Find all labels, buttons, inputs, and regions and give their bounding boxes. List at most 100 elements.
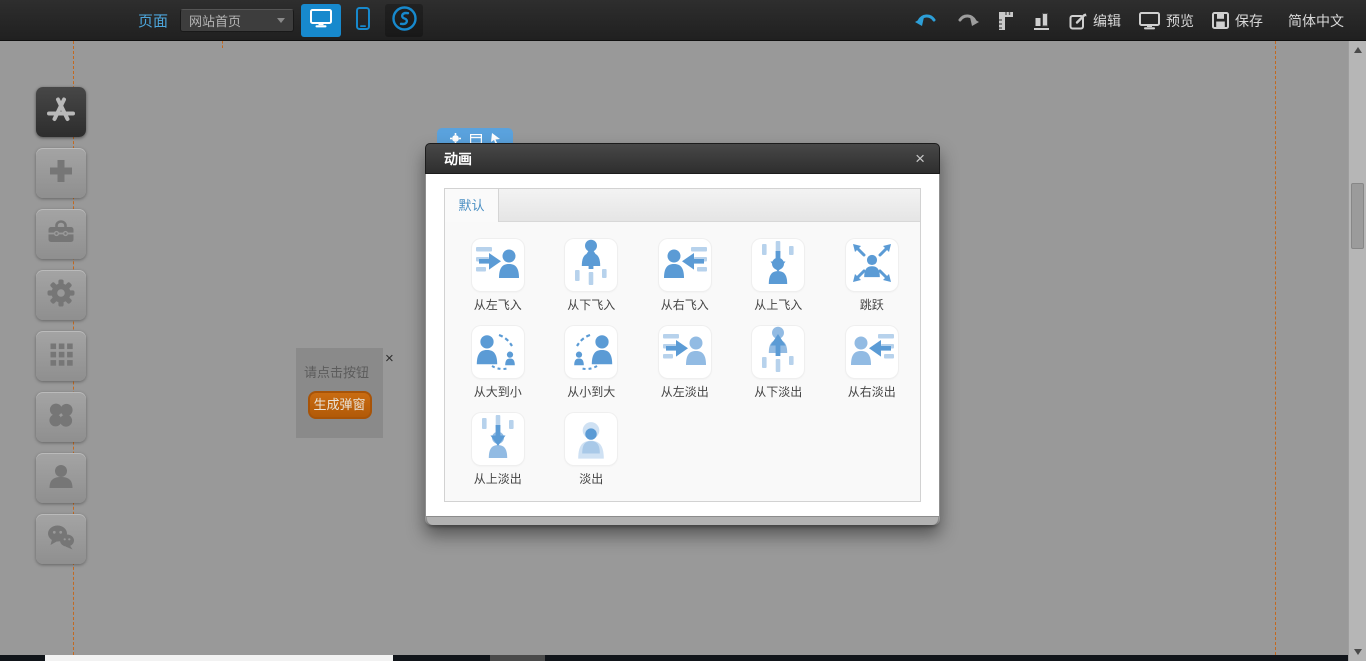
- sidebar-item-toolbox[interactable]: [36, 209, 86, 259]
- undo-icon: [915, 12, 938, 29]
- sidebar-item-components[interactable]: [36, 392, 86, 442]
- page-select-value: 网站首页: [189, 11, 277, 30]
- link-view-button[interactable]: [385, 4, 423, 37]
- page-bottom-strip: [0, 655, 1348, 661]
- scroll-up-button[interactable]: [1349, 43, 1366, 57]
- edit-label: 编辑: [1093, 11, 1121, 31]
- animation-tab-box: 默认 从左飞入 从下飞入从右飞入从上飞入 跳跃从大到小 从小到大 从左淡出从下淡出从右淡…: [444, 188, 921, 502]
- sidebar-item-wechat[interactable]: [36, 514, 86, 564]
- modal-header[interactable]: 动画 ×: [425, 143, 940, 174]
- sidebar-item-modules[interactable]: [36, 331, 86, 381]
- sidebar-item-apps[interactable]: [36, 87, 86, 137]
- animation-tile[interactable]: [472, 413, 524, 465]
- animation-label: 从小到大: [567, 383, 615, 400]
- animation-grid: 从左飞入 从下飞入从右飞入从上飞入 跳跃从大到小 从小到大 从左淡出从下淡出从右淡出从上…: [451, 239, 920, 487]
- animation-tile[interactable]: [752, 239, 804, 291]
- generate-popup-button[interactable]: 生成弹窗: [308, 391, 372, 419]
- fade-out-right-icon: [848, 326, 896, 379]
- monitor-icon: [310, 9, 332, 33]
- animation-tile[interactable]: [565, 326, 617, 378]
- plus-icon: [47, 157, 75, 190]
- animation-tile[interactable]: [752, 326, 804, 378]
- toolbar-right-group: 编辑 预览 保存 简体中文: [906, 0, 1358, 41]
- animation-label: 从大到小: [474, 383, 522, 400]
- popup-delete-button[interactable]: ×: [385, 351, 394, 366]
- stats-button[interactable]: [1024, 0, 1060, 41]
- animation-label: 淡出: [579, 470, 603, 487]
- mobile-view-button[interactable]: [348, 4, 378, 37]
- tab-default[interactable]: 默认: [445, 189, 499, 222]
- animation-modal: 动画 × 默认 从左飞入 从下飞入从右飞入从上飞入 跳跃从大到小 从小到大 从左淡出从下…: [425, 143, 940, 525]
- animation-tile[interactable]: [846, 326, 898, 378]
- animation-tile[interactable]: [659, 326, 711, 378]
- animation-item-fade-out-top[interactable]: 从上淡出: [451, 413, 545, 487]
- animation-tile[interactable]: [659, 239, 711, 291]
- redo-button[interactable]: [947, 0, 988, 41]
- save-icon: [1212, 12, 1229, 29]
- animation-item-fly-in-bottom[interactable]: 从下飞入: [545, 239, 639, 313]
- app-store-icon: [46, 96, 76, 129]
- fly-in-left-icon: [474, 239, 522, 292]
- grid-icon: [47, 340, 75, 373]
- animation-item-fade-out-left[interactable]: 从左淡出: [638, 326, 732, 400]
- link-circle-icon: [391, 5, 418, 37]
- vertical-guide-line: [1275, 41, 1276, 655]
- vertical-scrollbar[interactable]: [1348, 41, 1366, 661]
- animation-label: 从上飞入: [754, 296, 802, 313]
- scrollbar-thumb[interactable]: [1351, 183, 1364, 249]
- wechat-icon: [46, 524, 76, 555]
- save-button[interactable]: 保存: [1203, 0, 1272, 41]
- animation-item-fade-out-right[interactable]: 从右淡出: [825, 326, 919, 400]
- save-label: 保存: [1235, 11, 1263, 31]
- animation-tile[interactable]: [565, 413, 617, 465]
- preview-button[interactable]: 预览: [1130, 0, 1203, 41]
- scroll-down-button[interactable]: [1349, 645, 1366, 659]
- phone-icon: [356, 7, 370, 35]
- animation-label: 从左飞入: [474, 296, 522, 313]
- animation-item-fly-in-right[interactable]: 从右飞入: [638, 239, 732, 313]
- animation-item-jump[interactable]: 跳跃: [825, 239, 919, 313]
- sidebar-item-settings[interactable]: [36, 270, 86, 320]
- animation-tile[interactable]: [565, 239, 617, 291]
- animation-tile[interactable]: [472, 239, 524, 291]
- fly-in-top-icon: [754, 239, 802, 292]
- user-icon: [47, 462, 75, 495]
- edit-button[interactable]: 编辑: [1060, 0, 1130, 41]
- clover-icon: [47, 401, 75, 434]
- animation-item-fly-in-top[interactable]: 从上飞入: [732, 239, 826, 313]
- sidebar-item-user[interactable]: [36, 453, 86, 503]
- animation-label: 跳跃: [860, 296, 884, 313]
- triangle-down-icon: [1354, 649, 1362, 655]
- edit-icon: [1069, 12, 1087, 30]
- language-switcher[interactable]: 简体中文: [1272, 0, 1358, 41]
- sidebar-item-add[interactable]: [36, 148, 86, 198]
- preview-label: 预览: [1166, 11, 1194, 31]
- animation-item-small-to-big[interactable]: 从小到大: [545, 326, 639, 400]
- page-select-dropdown[interactable]: 网站首页: [180, 9, 294, 32]
- page-bottom-gray-segment: [490, 655, 545, 661]
- animation-item-fade-out-bottom[interactable]: 从下淡出: [732, 326, 826, 400]
- page-label: 页面: [138, 10, 168, 31]
- ruler-icon: [997, 11, 1015, 31]
- fly-in-bottom-icon: [567, 239, 615, 292]
- modal-close-button[interactable]: ×: [915, 150, 925, 167]
- caret-down-icon: [277, 18, 285, 23]
- animation-label: 从上淡出: [474, 470, 522, 487]
- undo-button[interactable]: [906, 0, 947, 41]
- vertical-guide-mark: [222, 41, 223, 48]
- fade-out-bottom-icon: [754, 326, 802, 379]
- ruler-button[interactable]: [988, 0, 1024, 41]
- popup-widget[interactable]: 请点击按钮 生成弹窗: [296, 348, 383, 438]
- toolbox-icon: [46, 219, 76, 250]
- animation-item-fade-out[interactable]: 淡出: [545, 413, 639, 487]
- fly-in-right-icon: [661, 239, 709, 292]
- animation-label: 从右淡出: [848, 383, 896, 400]
- animation-item-fly-in-left[interactable]: 从左飞入: [451, 239, 545, 313]
- animation-tile[interactable]: [846, 239, 898, 291]
- desktop-view-button[interactable]: [301, 4, 341, 37]
- modal-body: 默认 从左飞入 从下飞入从右飞入从上飞入 跳跃从大到小 从小到大 从左淡出从下淡出从右淡…: [425, 174, 940, 517]
- animation-item-big-to-small[interactable]: 从大到小: [451, 326, 545, 400]
- triangle-up-icon: [1354, 47, 1362, 53]
- redo-icon: [956, 12, 979, 29]
- animation-tile[interactable]: [472, 326, 524, 378]
